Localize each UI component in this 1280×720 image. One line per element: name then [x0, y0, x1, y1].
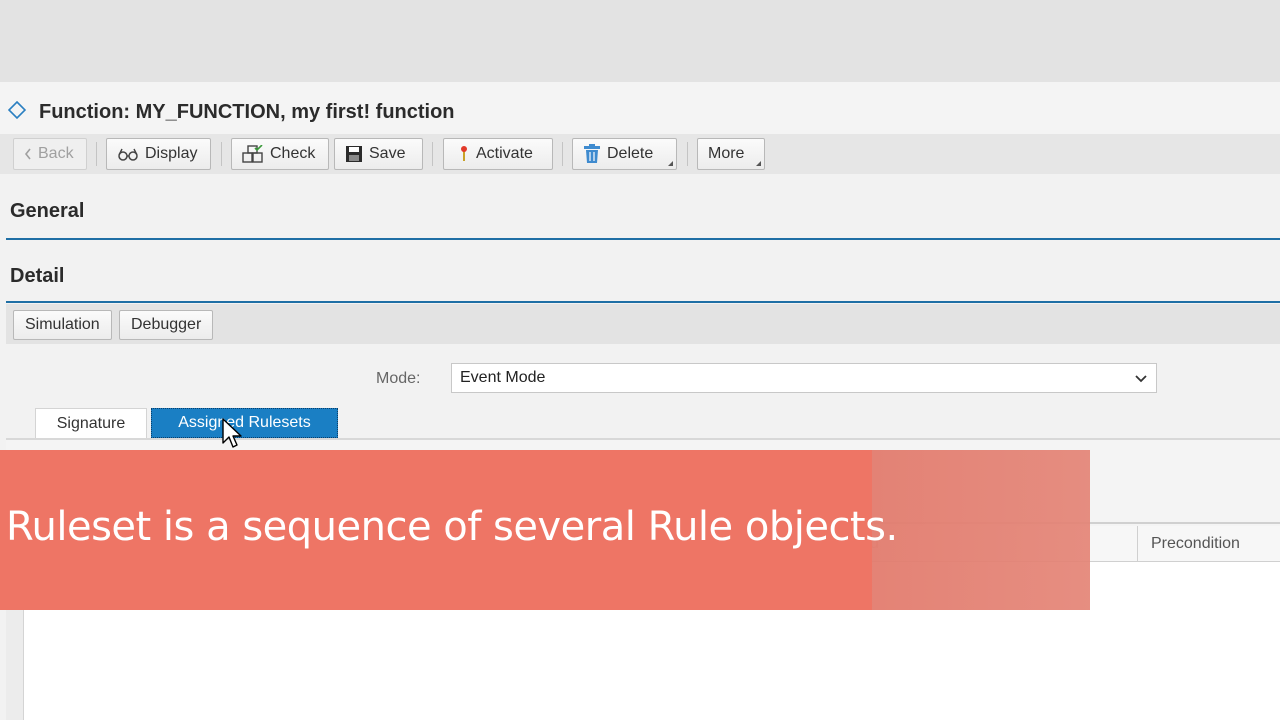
- trash-icon: [584, 144, 600, 163]
- caption-banner-fade: [872, 450, 1090, 610]
- check-button-label: Check: [270, 145, 316, 162]
- display-button-label: Display: [145, 145, 198, 162]
- save-button[interactable]: Save: [334, 138, 423, 170]
- toolbar-separator: [432, 142, 433, 166]
- check-button[interactable]: Check: [231, 138, 329, 170]
- section-title-detail[interactable]: Detail: [10, 265, 64, 288]
- check-objects-icon: [242, 145, 263, 163]
- activate-button[interactable]: Activate: [443, 138, 553, 170]
- column-header-precondition[interactable]: Precondition: [1139, 526, 1240, 562]
- toolbar-separator: [687, 142, 688, 166]
- window-top-band: [0, 0, 1280, 82]
- more-button[interactable]: More: [697, 138, 765, 170]
- debugger-button[interactable]: Debugger: [119, 310, 214, 340]
- chevron-left-icon: [24, 148, 31, 160]
- section-divider: [6, 238, 1280, 240]
- glasses-icon: [118, 148, 138, 161]
- activate-button-label: Activate: [476, 145, 533, 162]
- activate-match-icon: [461, 146, 467, 161]
- delete-button-label: Delete: [607, 145, 654, 162]
- back-button[interactable]: Back: [13, 138, 87, 170]
- page-title: Function: MY_FUNCTION, my first! functio…: [39, 101, 455, 123]
- caption-text: Ruleset is a sequence of several Rule ob…: [6, 504, 898, 550]
- mode-label: Mode:: [376, 370, 421, 387]
- diamond-icon: [8, 101, 26, 119]
- delete-button[interactable]: Delete: [572, 138, 677, 170]
- toolbar-separator: [96, 142, 97, 166]
- simulation-button[interactable]: Simulation: [13, 310, 112, 340]
- dropdown-corner-icon: [756, 161, 761, 166]
- column-divider: [1137, 526, 1138, 562]
- section-title-general[interactable]: General: [10, 200, 84, 223]
- back-button-label: Back: [38, 145, 74, 162]
- toolbar-separator: [562, 142, 563, 166]
- mode-select[interactable]: Event Mode: [451, 363, 1157, 393]
- floppy-disk-icon: [346, 146, 362, 162]
- section-divider: [6, 301, 1280, 303]
- dropdown-corner-icon: [668, 161, 673, 166]
- tab-signature[interactable]: Signature: [35, 408, 147, 438]
- more-button-label: More: [708, 145, 745, 162]
- display-button[interactable]: Display: [106, 138, 211, 170]
- tab-panel-border: [6, 438, 1280, 440]
- tab-assigned-rulesets[interactable]: Assigned Rulesets: [151, 408, 338, 438]
- toolbar-separator: [221, 142, 222, 166]
- mode-select-value: Event Mode: [460, 369, 546, 386]
- save-button-label: Save: [369, 145, 406, 162]
- mouse-pointer-icon: [222, 418, 242, 448]
- chevron-down-icon: [1135, 375, 1147, 383]
